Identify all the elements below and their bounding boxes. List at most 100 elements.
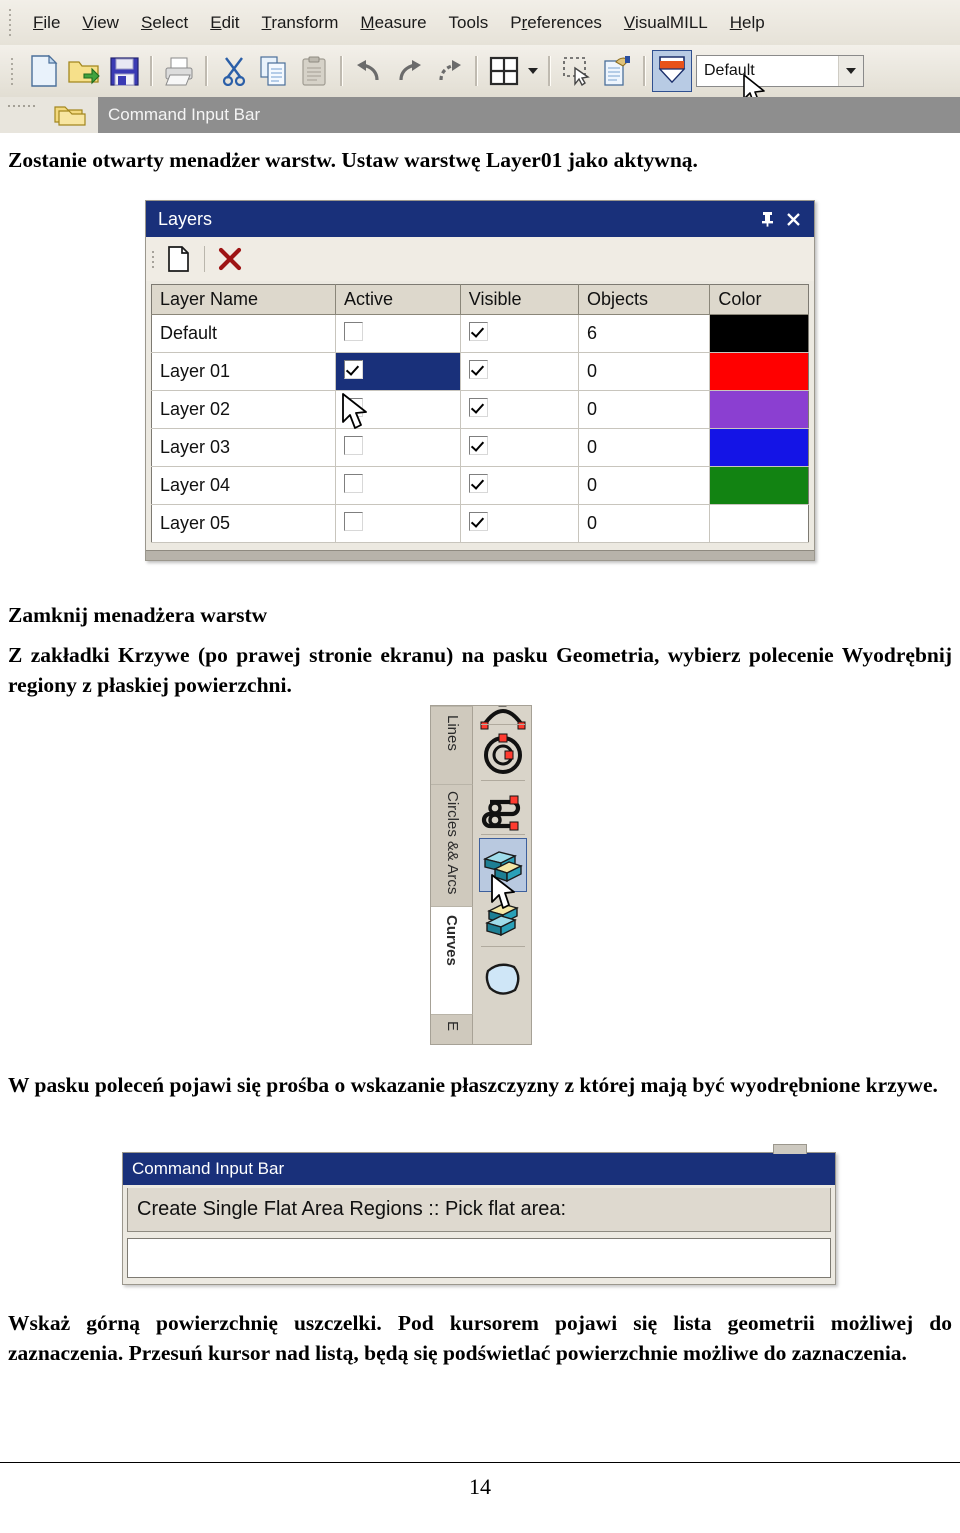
cut-scissors-icon[interactable] xyxy=(214,50,254,92)
viewports-grid-icon[interactable] xyxy=(484,50,524,92)
layer-color-cell[interactable] xyxy=(709,314,809,353)
menu-item-measure[interactable]: Measure xyxy=(349,9,437,37)
layer-visible-cell[interactable] xyxy=(460,314,580,353)
layer-name-cell[interactable]: Layer 02 xyxy=(151,390,336,429)
menu-item-edit[interactable]: Edit xyxy=(199,9,250,37)
active-checkbox[interactable] xyxy=(343,321,363,341)
new-layer-page-icon[interactable] xyxy=(162,242,196,276)
surface-boundary-curve-icon[interactable] xyxy=(479,952,527,1006)
menu-bar-gripper[interactable] xyxy=(6,9,14,37)
tab-lines[interactable]: Lines xyxy=(431,706,473,784)
layer-visible-cell[interactable] xyxy=(460,390,580,429)
select-rectangle-icon[interactable] xyxy=(557,50,597,92)
active-checkbox[interactable] xyxy=(343,435,363,455)
layer-active-cell[interactable] xyxy=(335,390,461,429)
toolbar-gripper[interactable] xyxy=(8,57,16,85)
column-header-color[interactable]: Color xyxy=(709,284,809,315)
table-row[interactable]: Layer 03 0 xyxy=(151,428,809,467)
undo-icon[interactable] xyxy=(349,50,389,92)
layer-color-cell[interactable] xyxy=(709,504,809,543)
layer-visible-cell[interactable] xyxy=(460,352,580,391)
visible-checkbox[interactable] xyxy=(468,473,488,493)
visible-checkbox[interactable] xyxy=(468,511,488,531)
spiral-curve-icon[interactable] xyxy=(479,784,527,838)
layer-name-cell[interactable]: Layer 04 xyxy=(151,466,336,505)
paste-clipboard-icon[interactable] xyxy=(294,50,334,92)
properties-icon[interactable] xyxy=(597,50,637,92)
color-swatch[interactable] xyxy=(710,391,808,428)
column-header-active[interactable]: Active xyxy=(335,284,461,315)
viewports-dropdown-arrow-icon[interactable] xyxy=(524,50,542,92)
visible-checkbox[interactable] xyxy=(468,397,488,417)
layer-active-cell[interactable] xyxy=(335,352,461,391)
table-row[interactable]: Layer 05 0 xyxy=(151,504,809,543)
layer-active-cell[interactable] xyxy=(335,466,461,505)
layer-visible-cell[interactable] xyxy=(460,466,580,505)
new-file-icon[interactable] xyxy=(24,50,64,92)
layers-toolbar-gripper[interactable] xyxy=(152,250,154,268)
color-swatch[interactable] xyxy=(710,429,808,466)
column-header-layer-name[interactable]: Layer Name xyxy=(151,284,336,315)
layers-manager-icon[interactable] xyxy=(652,50,692,92)
table-row[interactable]: Default 6 xyxy=(151,314,809,353)
layer-name-cell[interactable]: Default xyxy=(151,314,336,353)
menu-item-file[interactable]: File xyxy=(22,9,71,37)
layer-name-cell[interactable]: Layer 01 xyxy=(151,352,336,391)
copy-icon[interactable] xyxy=(254,50,294,92)
tab-edit[interactable]: E xyxy=(431,1014,473,1044)
color-swatch[interactable] xyxy=(710,505,808,542)
menu-item-select[interactable]: Select xyxy=(130,9,199,37)
menu-item-transform[interactable]: Transform xyxy=(251,9,350,37)
tab-circles-arcs[interactable]: Circles && Arcs xyxy=(431,784,473,906)
active-checkbox[interactable] xyxy=(343,359,363,379)
visible-checkbox[interactable] xyxy=(468,435,488,455)
save-floppy-icon[interactable] xyxy=(104,50,144,92)
redo-all-icon[interactable] xyxy=(429,50,469,92)
menu-item-tools[interactable]: Tools xyxy=(438,9,500,37)
menu-item-visualmill[interactable]: VisualMILL xyxy=(613,9,719,37)
tab-curves[interactable]: Curves xyxy=(431,906,473,1014)
layer-color-cell[interactable] xyxy=(709,352,809,391)
layer-color-cell[interactable] xyxy=(709,428,809,467)
layer-active-cell[interactable] xyxy=(335,314,461,353)
menu-item-preferences[interactable]: Preferences xyxy=(499,9,613,37)
layer-name-cell[interactable]: Layer 05 xyxy=(151,504,336,543)
layer-color-cell[interactable] xyxy=(709,466,809,505)
command-input-field[interactable] xyxy=(127,1238,831,1278)
active-checkbox[interactable] xyxy=(343,473,363,493)
table-row[interactable]: Layer 02 0 xyxy=(151,390,809,429)
color-swatch[interactable] xyxy=(710,467,808,504)
menu-item-help[interactable]: Help xyxy=(719,9,776,37)
layer-color-cell[interactable] xyxy=(709,390,809,429)
circle-through-points-icon[interactable] xyxy=(479,728,527,782)
table-row[interactable]: Layer 04 0 xyxy=(151,466,809,505)
color-swatch[interactable] xyxy=(710,353,808,390)
redo-icon[interactable] xyxy=(389,50,429,92)
color-swatch[interactable] xyxy=(710,315,808,352)
column-header-visible[interactable]: Visible xyxy=(460,284,580,315)
active-layer-dropdown-arrow-icon[interactable] xyxy=(838,56,863,86)
visible-checkbox[interactable] xyxy=(468,321,488,341)
command-input-bar-drag-tab[interactable] xyxy=(773,1144,807,1154)
active-layer-combo[interactable]: Default xyxy=(696,55,864,87)
table-row[interactable]: Layer 01 0 xyxy=(151,352,809,391)
menu-item-view[interactable]: View xyxy=(71,9,130,37)
active-checkbox[interactable] xyxy=(343,397,363,417)
layer-name-cell[interactable]: Layer 03 xyxy=(151,428,336,467)
layer-visible-cell[interactable] xyxy=(460,428,580,467)
flat-area-regions-icon[interactable] xyxy=(479,838,527,892)
column-header-objects[interactable]: Objects xyxy=(578,284,711,315)
command-strip-gripper[interactable] xyxy=(0,97,42,133)
active-checkbox[interactable] xyxy=(343,511,363,531)
open-folder-icon[interactable] xyxy=(64,50,104,92)
flat-area-regions-single-icon[interactable] xyxy=(479,892,527,946)
layers-dialog-bottom-scrollbar[interactable] xyxy=(146,550,814,560)
print-icon[interactable] xyxy=(159,50,199,92)
close-icon[interactable] xyxy=(780,206,806,232)
layer-active-cell[interactable] xyxy=(335,428,461,467)
layer-visible-cell[interactable] xyxy=(460,504,580,543)
delete-layer-x-icon[interactable] xyxy=(213,242,247,276)
layer-active-cell[interactable] xyxy=(335,504,461,543)
command-strip-folder-icon[interactable] xyxy=(42,97,98,133)
pin-icon[interactable] xyxy=(754,206,780,232)
